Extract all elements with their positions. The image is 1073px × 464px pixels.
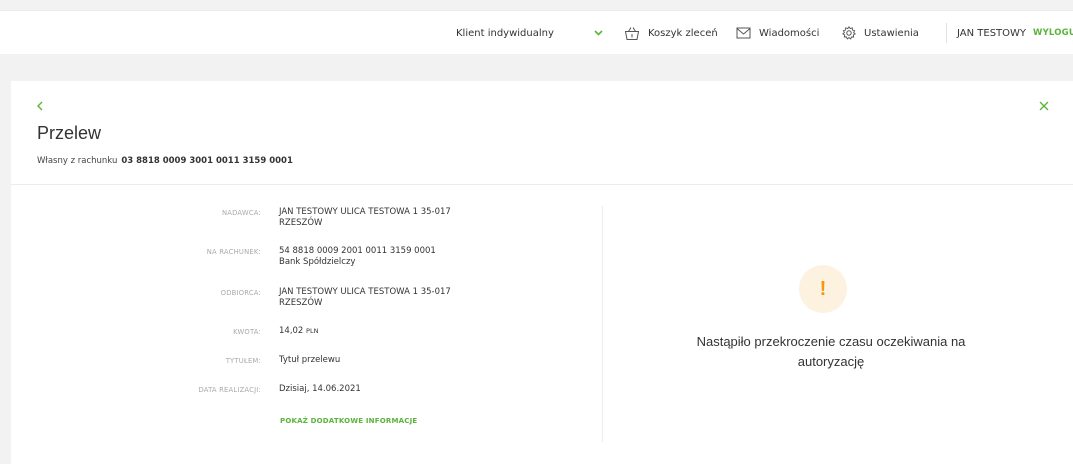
account-label: NA RACHUNEK: [206, 248, 261, 256]
section-divider [11, 184, 1073, 185]
client-type-label: Klient indywidualny [456, 27, 554, 39]
close-icon[interactable] [1039, 96, 1049, 115]
messages-button[interactable]: Wiadomości [736, 11, 819, 55]
column-divider [602, 206, 603, 442]
source-account-number: 03 8818 0009 3001 0011 3159 0001 [121, 156, 293, 166]
execution-date-label: DATA REALIZACJI: [198, 386, 261, 394]
gear-icon [842, 26, 856, 40]
sender-value: JAN TESTOWY ULICA TESTOWA 1 35-017 RZESZ… [279, 207, 451, 228]
show-more-info-link[interactable]: POKAŻ DODATKOWE INFORMACJE [280, 417, 417, 425]
transfer-title-label: TYTUŁEM: [225, 357, 261, 365]
envelope-icon [736, 27, 751, 39]
client-type-select[interactable]: Klient indywidualny [456, 11, 554, 55]
timeout-message: Nastąpiło przekroczenie czasu oczekiwani… [696, 334, 966, 369]
account-bank: Bank Spółdzielczy [279, 257, 356, 267]
cart-label: Koszyk zleceń [648, 27, 718, 39]
sender-label: NADAWCA: [221, 209, 261, 217]
amount-value: 14,02 PLN [279, 326, 489, 337]
amount-number: 14,02 [279, 326, 304, 336]
settings-label: Ustawienia [864, 27, 919, 39]
settings-button[interactable]: Ustawienia [842, 11, 919, 55]
page-title: Przelew [37, 123, 102, 143]
transfer-title-value: Tytuł przelewu [279, 355, 341, 365]
logout-button[interactable]: WYLOGUJ [1033, 11, 1073, 55]
page-subtitle: Własny z rachunku 03 8818 0009 3001 0011 … [37, 156, 293, 166]
messages-label: Wiadomości [759, 27, 820, 39]
warning-icon: ! [799, 265, 847, 313]
account-number: 54 8818 0009 2001 0011 3159 0001 [279, 246, 436, 256]
user-name: JAN TESTOWY [957, 27, 1027, 39]
subtitle-prefix: Własny z rachunku [37, 156, 118, 166]
header-divider [946, 23, 947, 43]
amount-label: KWOTA: [233, 328, 261, 336]
recipient-label: ODBIORCA: [220, 289, 261, 297]
account-value: 54 8818 0009 2001 0011 3159 0001 Bank Sp… [279, 246, 489, 268]
back-arrow-icon[interactable] [36, 96, 44, 115]
top-bar: Klient indywidualny Koszyk zleceń Wiadom… [0, 10, 1073, 54]
recipient-value: JAN TESTOWY ULICA TESTOWA 1 35-017 RZESZ… [279, 287, 451, 308]
amount-currency: PLN [306, 327, 319, 335]
execution-date-value: Dzisiaj, 14.06.2021 [279, 384, 361, 394]
chevron-down-icon[interactable] [594, 11, 603, 55]
cart-button[interactable]: Koszyk zleceń [624, 11, 718, 55]
basket-icon [624, 26, 640, 41]
transfer-card: Przelew Własny z rachunku 03 8818 0009 30… [11, 81, 1073, 464]
